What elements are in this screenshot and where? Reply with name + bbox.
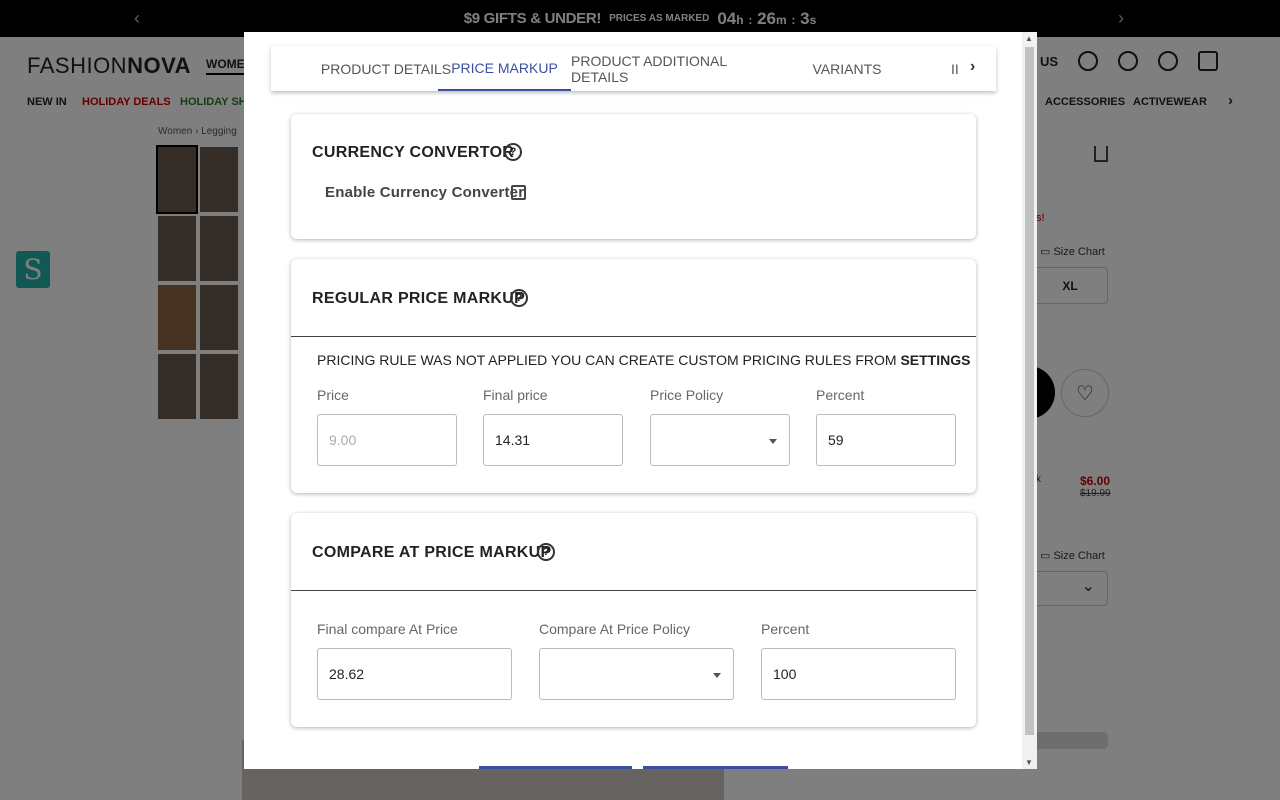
percent-input[interactable]: 59	[816, 414, 956, 466]
compare-price-policy-select[interactable]	[539, 648, 734, 700]
scrollbar-thumb[interactable]	[1025, 47, 1034, 735]
regular-markup-help-icon[interactable]: ?	[510, 289, 528, 307]
tab-more[interactable]: II	[951, 46, 971, 91]
price-policy-select[interactable]	[650, 414, 790, 466]
divider	[291, 590, 976, 591]
compare-percent-label: Percent	[761, 621, 810, 637]
pricing-rule-notice: PRICING RULE WAS NOT APPLIED YOU CAN CRE…	[317, 352, 971, 368]
final-price-input[interactable]: 14.31	[483, 414, 623, 466]
enable-currency-converter-checkbox[interactable]	[511, 185, 526, 200]
final-compare-price-input[interactable]: 28.62	[317, 648, 512, 700]
tabs-next-chevron-icon[interactable]: ›	[970, 58, 975, 76]
currency-help-icon[interactable]: ?	[504, 143, 522, 161]
percent-label: Percent	[816, 387, 865, 403]
modal-tabs: PRODUCT DETAILS PRICE MARKUP PRODUCT ADD…	[271, 46, 996, 91]
compare-price-policy-label: Compare At Price Policy	[539, 621, 690, 637]
tab-price-markup[interactable]: PRICE MARKUP	[438, 46, 571, 91]
regular-price-markup-card: REGULAR PRICE MARKUP ? PRICING RULE WAS …	[291, 259, 976, 493]
cancel-button[interactable]	[643, 766, 788, 769]
divider	[291, 336, 976, 337]
compare-percent-input[interactable]: 100	[761, 648, 956, 700]
price-label: Price	[317, 387, 349, 403]
settings-link[interactable]: SETTINGS	[900, 352, 970, 368]
scroll-down-icon[interactable]: ▼	[1025, 758, 1033, 767]
final-compare-price-label: Final compare At Price	[317, 621, 458, 637]
enable-currency-converter-label: Enable Currency Converter	[325, 184, 525, 201]
tab-variants[interactable]: VARIANTS	[791, 46, 903, 91]
scroll-up-icon[interactable]: ▲	[1025, 34, 1033, 43]
currency-convertor-title: CURRENCY CONVERTOR	[312, 144, 515, 161]
compare-at-price-markup-title: COMPARE AT PRICE MARKUP	[312, 544, 552, 561]
price-input[interactable]: 9.00	[317, 414, 457, 466]
compare-markup-help-icon[interactable]: ?	[537, 543, 555, 561]
price-policy-label: Price Policy	[650, 387, 724, 403]
regular-price-markup-title: REGULAR PRICE MARKUP	[312, 290, 526, 307]
currency-convertor-card: CURRENCY CONVERTOR ? Enable Currency Con…	[291, 114, 976, 239]
modal-scrollbar[interactable]: ▲ ▼	[1022, 32, 1037, 769]
final-price-label: Final price	[483, 387, 548, 403]
compare-at-price-markup-card: COMPARE AT PRICE MARKUP ? Final compare …	[291, 513, 976, 727]
tab-product-additional-details[interactable]: PRODUCT ADDITIONAL DETAILS	[571, 46, 781, 91]
save-button[interactable]	[479, 766, 632, 769]
